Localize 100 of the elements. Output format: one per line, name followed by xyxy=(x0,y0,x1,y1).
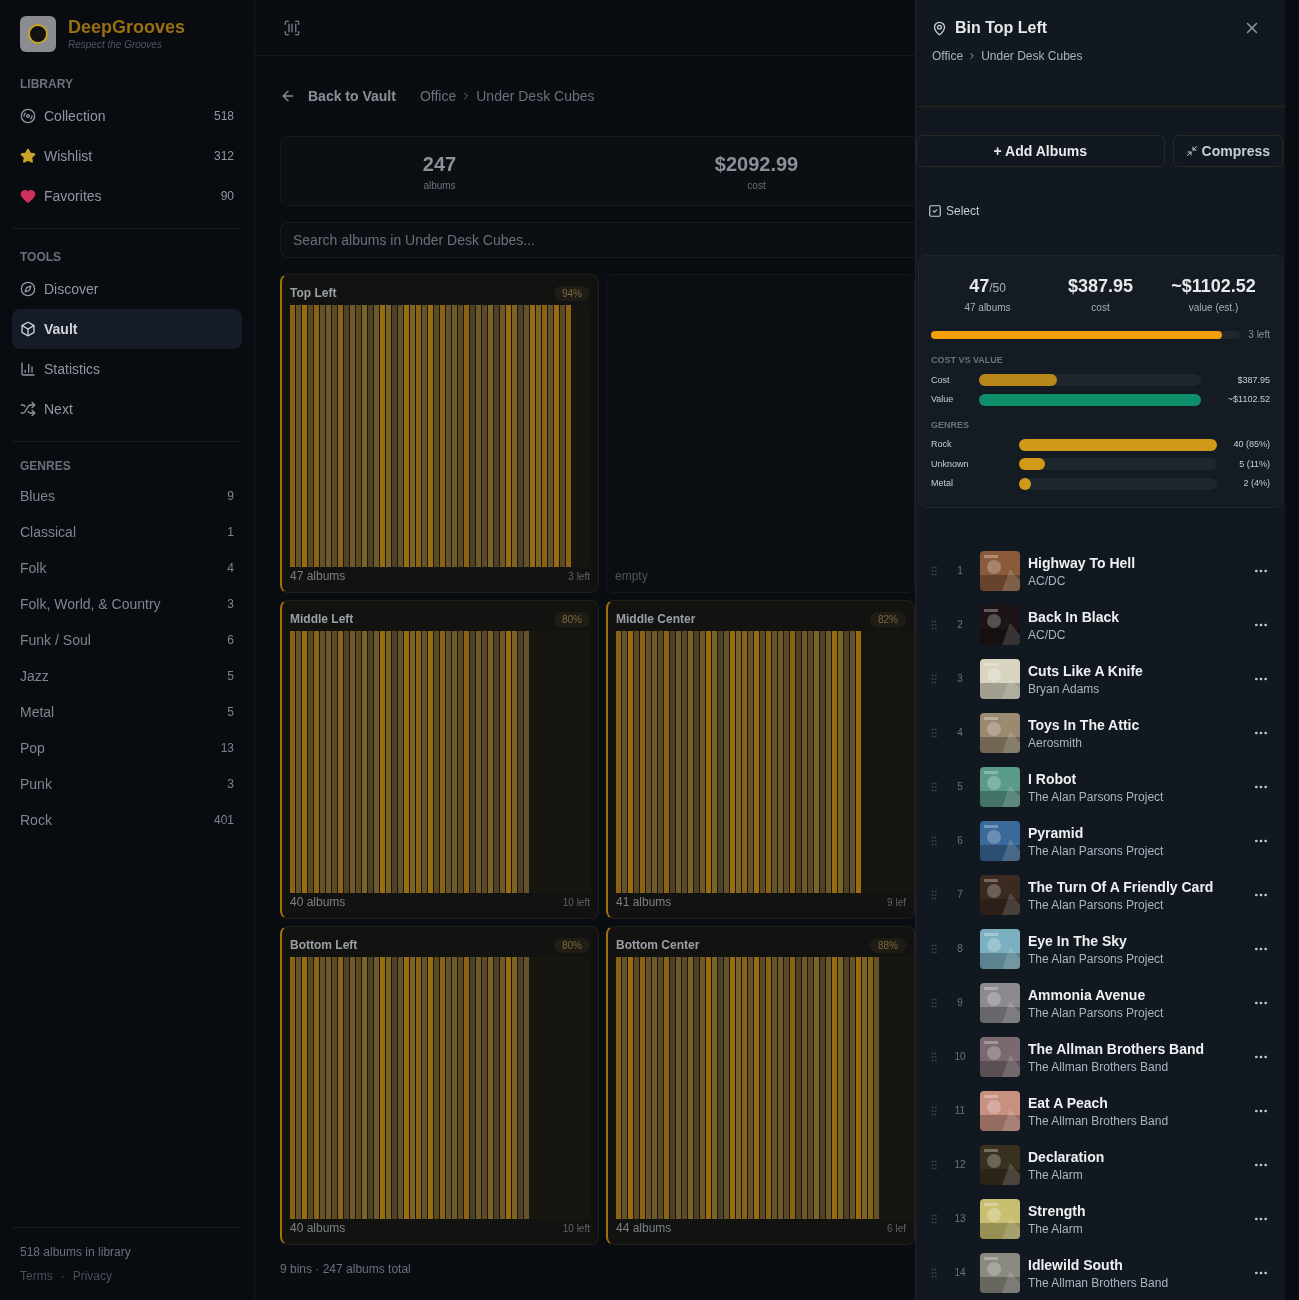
drag-handle-icon[interactable] xyxy=(928,564,940,577)
genre-item[interactable]: Folk, World, & Country 3 xyxy=(12,586,242,622)
heart-icon xyxy=(20,188,36,204)
album-title: Strength xyxy=(1028,1201,1086,1221)
album-artist: Bryan Adams xyxy=(1028,680,1101,697)
bin-card[interactable]: Bottom Center 88% 44 albums 6 lef xyxy=(606,926,915,1245)
genre-item[interactable]: Funk / Soul 6 xyxy=(12,622,242,658)
album-count: 40 albums xyxy=(290,1220,346,1236)
row-number: 3 xyxy=(956,672,964,686)
section-heading: GENRES xyxy=(931,418,970,432)
genre-label: Metal xyxy=(20,703,56,722)
slots-left: 10 left xyxy=(562,895,590,910)
drag-handle-icon[interactable] xyxy=(928,780,940,793)
drag-handle-icon[interactable] xyxy=(928,1266,940,1279)
genre-item[interactable]: Classical 1 xyxy=(12,514,242,550)
row-number: 1 xyxy=(956,564,964,578)
genre-count: 3 xyxy=(227,596,234,612)
slots-left: 6 lef xyxy=(887,1221,906,1236)
drag-handle-icon[interactable] xyxy=(928,1158,940,1171)
nav-item[interactable]: Favorites 90 xyxy=(12,176,242,216)
bar-reading: $387.95 xyxy=(1237,373,1270,387)
bin-card[interactable]: Bottom Left 80% 40 albums 10 left xyxy=(280,926,599,1245)
percent-badge: 88% xyxy=(870,937,906,953)
drag-handle-icon[interactable] xyxy=(928,672,940,685)
genre-item[interactable]: Punk 3 xyxy=(12,766,242,802)
nav-label: Next xyxy=(44,400,74,419)
genre-item[interactable]: Blues 9 xyxy=(12,478,242,514)
nav-item[interactable]: Collection 518 xyxy=(12,96,242,136)
album-row[interactable]: 11 Eat A Peach The Allman Brothers Band xyxy=(916,1083,1285,1138)
section-heading: GENRES xyxy=(19,458,72,475)
nav-label: Discover xyxy=(44,280,100,299)
album-row[interactable]: 14 Idlewild South The Allman Brothers Band xyxy=(916,1245,1285,1300)
row-number: 4 xyxy=(956,726,964,740)
bin-card[interactable]: Top Left 94% 47 albums 3 left xyxy=(280,274,599,593)
album-row[interactable]: 3 Cuts Like A Knife Bryan Adams xyxy=(916,651,1285,706)
back-link[interactable]: Back to Vault xyxy=(280,86,396,106)
nav-count: 90 xyxy=(220,188,234,204)
album-row[interactable]: 7 The Turn Of A Friendly Card The Alan Parsons Project xyxy=(916,867,1285,922)
drag-handle-icon[interactable] xyxy=(928,834,940,847)
bin-title: Bottom Center xyxy=(616,937,700,953)
genre-item[interactable]: Metal 5 xyxy=(12,694,242,730)
add-albums-button[interactable]: + Add Albums xyxy=(916,135,1165,167)
genre-item[interactable]: Folk 4 xyxy=(12,550,242,586)
album-artist: AC/DC xyxy=(1028,572,1067,589)
disc-icon xyxy=(20,108,36,124)
genre-reading: 40 (85%) xyxy=(1233,438,1270,451)
select-toggle[interactable]: Select xyxy=(928,203,980,219)
album-artist: The Allman Brothers Band xyxy=(1028,1274,1169,1291)
album-row[interactable]: 1 Highway To Hell AC/DC xyxy=(916,543,1285,598)
scan-icon[interactable] xyxy=(283,18,301,37)
slots-left: 3 left xyxy=(568,569,590,584)
drag-handle-icon[interactable] xyxy=(928,942,940,955)
drag-handle-icon[interactable] xyxy=(928,726,940,739)
nav-item[interactable]: Wishlist 312 xyxy=(12,136,242,176)
drag-handle-icon[interactable] xyxy=(928,1104,940,1117)
stat-value: 247 xyxy=(422,151,457,177)
breadcrumb-link[interactable]: Office xyxy=(932,48,964,64)
drag-handle-icon[interactable] xyxy=(928,1212,940,1225)
genre-item[interactable]: Jazz 5 xyxy=(12,658,242,694)
album-row[interactable]: 4 Toys In The Attic Aerosmith xyxy=(916,705,1285,760)
album-row[interactable]: 10 The Allman Brothers Band The Allman Brothers Band xyxy=(916,1029,1285,1084)
drag-handle-icon[interactable] xyxy=(928,618,940,631)
album-row[interactable]: 9 Ammonia Avenue The Alan Parsons Project xyxy=(916,975,1285,1030)
compress-button[interactable]: Compress xyxy=(1172,135,1283,167)
nav-item[interactable]: Next xyxy=(12,389,242,429)
album-row[interactable]: 2 Back In Black AC/DC xyxy=(916,597,1285,652)
genre-item[interactable]: Pop 13 xyxy=(12,730,242,766)
bin-title: Middle Left xyxy=(290,611,354,627)
album-row[interactable]: 13 Strength The Alarm xyxy=(916,1191,1285,1246)
stat-label: 47 albums xyxy=(964,301,1011,315)
album-count: 41 albums xyxy=(616,894,672,910)
nav-item[interactable]: Statistics xyxy=(12,349,242,389)
album-row[interactable]: 5 I Robot The Alan Parsons Project xyxy=(916,759,1285,814)
percent-badge: 80% xyxy=(554,937,590,953)
drag-handle-icon[interactable] xyxy=(928,996,940,1009)
bin-card[interactable]: Middle Left 80% 40 albums 10 left xyxy=(280,600,599,919)
genre-label: Metal xyxy=(931,477,954,490)
drag-handle-icon[interactable] xyxy=(928,888,940,901)
section-heading: COST VS VALUE xyxy=(931,354,1004,367)
star-icon xyxy=(20,148,36,164)
genre-item[interactable]: Rock 401 xyxy=(12,802,242,838)
search-field[interactable]: Search albums in Under Desk Cubes... xyxy=(280,222,915,258)
used-count: 47 xyxy=(969,275,990,298)
row-number: 2 xyxy=(956,618,964,632)
bar-reading: ~$1102.52 xyxy=(1227,393,1270,406)
album-artist: The Alan Parsons Project xyxy=(1028,950,1164,967)
nav-item[interactable]: Vault xyxy=(12,309,242,349)
breadcrumb-link[interactable]: Under Desk Cubes xyxy=(476,86,595,106)
genre-label: Rock xyxy=(20,811,53,830)
nav-item[interactable]: Discover xyxy=(12,269,242,309)
album-row[interactable]: 6 Pyramid The Alan Parsons Project xyxy=(916,813,1285,868)
box-icon xyxy=(20,321,36,337)
bin-card[interactable]: Middle Center 82% 41 albums 9 lef xyxy=(606,600,915,919)
slots-left: 9 lef xyxy=(887,895,906,910)
breadcrumb-link[interactable]: Office xyxy=(419,86,457,106)
album-row[interactable]: 12 Declaration The Alarm xyxy=(916,1137,1285,1192)
album-row[interactable]: 8 Eye In The Sky The Alan Parsons Project xyxy=(916,921,1285,976)
drag-handle-icon[interactable] xyxy=(928,1050,940,1063)
breadcrumb-link[interactable]: Under Desk Cubes xyxy=(981,48,1083,64)
stat-label: cost xyxy=(1091,301,1110,315)
